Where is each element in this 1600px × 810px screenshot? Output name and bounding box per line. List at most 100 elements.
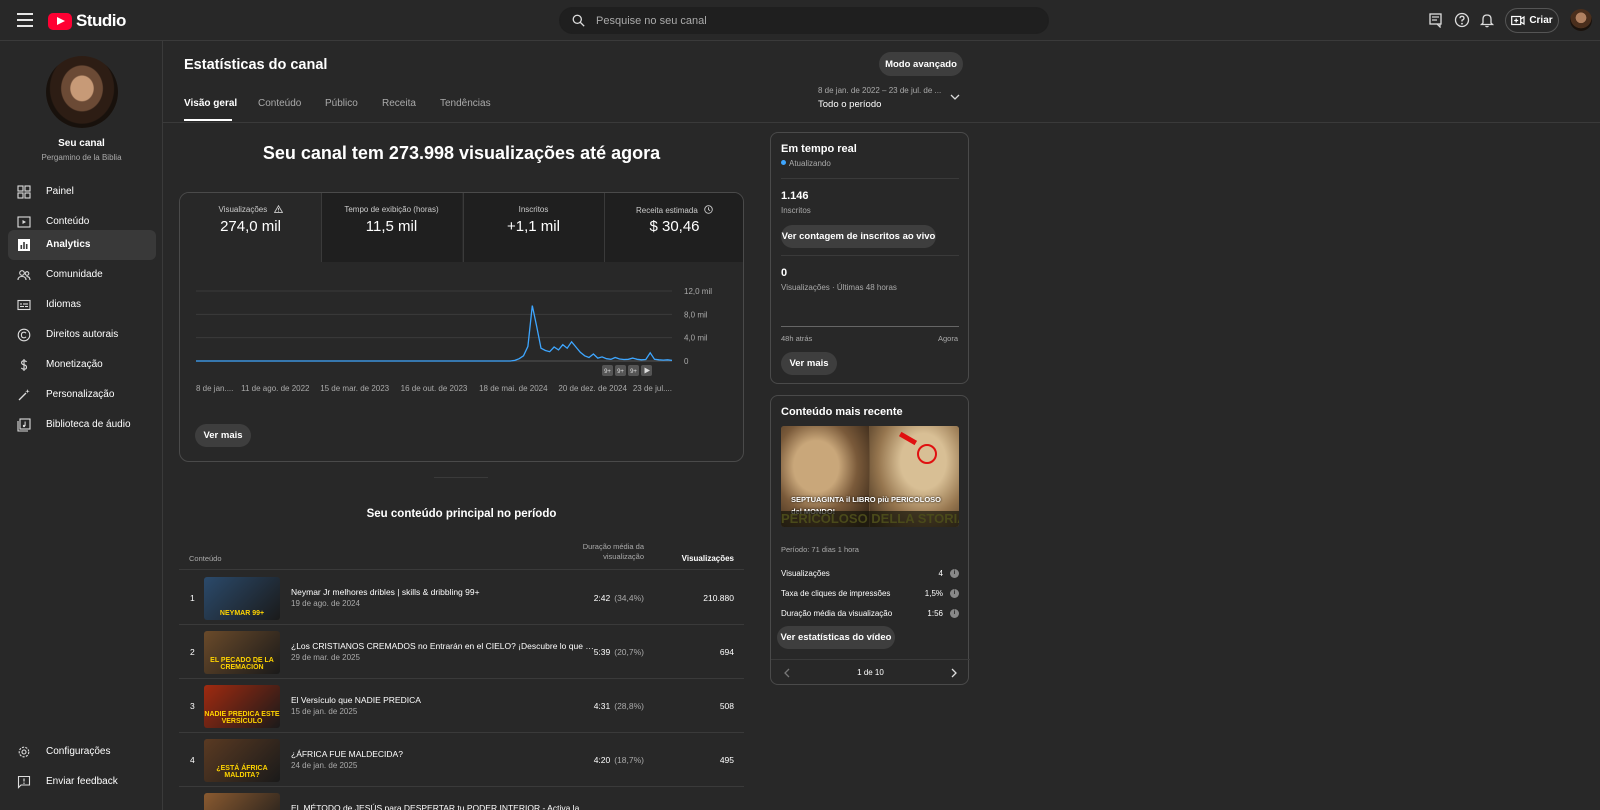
- metric-label: Visualizações: [218, 205, 268, 214]
- info-icon[interactable]: i: [950, 609, 959, 618]
- recent-stat-duration: Duração média da visualização 1:56 i: [781, 609, 959, 621]
- metric-label: Receita estimada: [635, 206, 698, 215]
- y-tick-label: 0: [684, 357, 689, 366]
- duration-value: 4:31: [593, 701, 611, 711]
- y-tick-label: 4,0 mil: [684, 334, 708, 343]
- chevron-right-icon[interactable]: [949, 668, 959, 678]
- realtime-title: Em tempo real: [781, 143, 857, 155]
- hamburger-menu-icon[interactable]: [17, 13, 33, 27]
- sidebar-item-direitos-autorais[interactable]: Direitos autorais: [8, 320, 156, 350]
- x-tick-label: 18 de mai. de 2024: [479, 384, 548, 393]
- chart-marker-label: 9+: [604, 369, 611, 375]
- video-thumbnail[interactable]: EL PECADO DE LA CREMACIÓN: [204, 631, 280, 674]
- sidebar-item-idiomas[interactable]: Idiomas: [8, 290, 156, 320]
- video-date: 19 de ago. de 2024: [291, 599, 360, 608]
- metric-tab-subscribers[interactable]: Inscritos +1,1 mil: [463, 193, 604, 262]
- notifications-bell-icon[interactable]: [1479, 12, 1495, 28]
- sidebar-item-label: Biblioteca de áudio: [46, 419, 131, 430]
- video-title[interactable]: EL MÉTODO de JESÚS para DESPERTAR tu POD…: [291, 803, 596, 810]
- advanced-mode-button[interactable]: Modo avançado: [879, 52, 963, 76]
- sidebar-item-analytics[interactable]: Analytics: [8, 230, 156, 260]
- top-content-title: Seu conteúdo principal no período: [366, 508, 557, 520]
- captions-icon[interactable]: [1428, 12, 1444, 28]
- x-tick-label: 11 de ago. de 2022: [241, 384, 310, 393]
- realtime-axis-start: 48h atrás: [781, 334, 813, 343]
- divider: [781, 178, 959, 179]
- create-button-label: Criar: [1529, 15, 1553, 26]
- metric-tab-watch-time[interactable]: Tempo de exibição (horas) 11,5 mil: [321, 193, 462, 262]
- realtime-see-more-button[interactable]: Ver mais: [781, 352, 837, 375]
- page-title: Estatísticas do canal: [184, 57, 328, 73]
- sidebar-item-painel[interactable]: Painel: [8, 177, 156, 207]
- pager-text: 1 de 10: [857, 668, 884, 677]
- channel-avatar[interactable]: [46, 56, 118, 128]
- tab-visao-geral[interactable]: Visão geral: [184, 98, 237, 109]
- search-icon[interactable]: [572, 14, 585, 27]
- row-rank: 1: [190, 593, 195, 603]
- overview-see-more-button[interactable]: Ver mais: [195, 424, 251, 447]
- youtube-play-icon: [48, 12, 72, 30]
- metric-tab-revenue[interactable]: Receita estimada $ 30,46: [604, 193, 743, 262]
- avg-view-duration: 5:39 (20,7%): [574, 647, 644, 657]
- avg-view-duration: 4:20 (18,7%): [574, 755, 644, 765]
- metric-tab-views[interactable]: Visualizações 274,0 mil: [180, 193, 321, 262]
- thumbnail-text: NEYMAR 99+: [219, 610, 265, 617]
- table-row[interactable]: 1 NEYMAR 99+ Neymar Jr melhores dribles | …: [179, 571, 744, 625]
- video-views: 508: [719, 701, 734, 711]
- period-selector[interactable]: 8 de jan. de 2022 – 23 de jul. de ... To…: [818, 86, 963, 110]
- table-row[interactable]: 3 NADIE PREDICA ESTE VERSÍCULO El Versícul…: [179, 679, 744, 733]
- sidebar-item-comunidade[interactable]: Comunidade: [8, 260, 156, 290]
- duration-value: 5:39: [593, 647, 611, 657]
- sidebar-item-biblioteca-de-audio[interactable]: Biblioteca de áudio: [8, 410, 156, 440]
- video-date: 29 de mar. de 2025: [291, 653, 360, 662]
- info-icon[interactable]: i: [950, 569, 959, 578]
- metric-divider: [604, 193, 605, 262]
- tab-publico[interactable]: Público: [325, 98, 358, 109]
- dollar-icon: [20, 359, 28, 371]
- magic-wand-icon: [18, 389, 30, 401]
- video-stats-button[interactable]: Ver estatísticas do vídeo: [777, 626, 895, 649]
- create-button[interactable]: Criar: [1505, 8, 1559, 33]
- thumbnail-banner: PERICOLOSO DELLA STORIA: [781, 511, 959, 527]
- tab-conteudo[interactable]: Conteúdo: [258, 98, 301, 109]
- realtime-chart-axis: [781, 326, 959, 327]
- table-row[interactable]: 4 ¿ESTÁ ÁFRICA MALDITA? ¿ÁFRICA FUE MALDEC…: [179, 733, 744, 787]
- realtime-card: Em tempo real Atualizando 1.146 Inscrito…: [770, 132, 969, 384]
- metric-label: Tempo de exibição (horas): [344, 205, 439, 214]
- account-avatar[interactable]: [1570, 9, 1592, 31]
- channel-name: Seu canal: [58, 138, 105, 149]
- section-divider: [434, 477, 488, 478]
- realtime-status: Atualizando: [781, 159, 831, 168]
- table-row[interactable]: 2 EL PECADO DE LA CREMACIÓN ¿Los CRISTIANO…: [179, 625, 744, 679]
- video-title[interactable]: Neymar Jr melhores dribles | skills & dr…: [291, 587, 596, 597]
- search-input[interactable]: [596, 10, 1026, 31]
- recent-video-thumbnail[interactable]: SEPTUAGINTA il LIBRO più PERICOLOSO del …: [781, 426, 959, 527]
- live-subscriber-count-button[interactable]: Ver contagem de inscritos ao vivo: [781, 225, 936, 248]
- red-circle-icon: [917, 444, 937, 464]
- top-content-header: Conteúdo Duração média da visualização V…: [179, 540, 744, 570]
- stat-value: 1,5%: [924, 589, 943, 598]
- studio-logo[interactable]: Studio: [48, 11, 126, 31]
- period-label: Todo o período: [818, 99, 882, 110]
- sidebar-item-personalizacao[interactable]: Personalização: [8, 380, 156, 410]
- video-thumbnail[interactable]: ¿ESTÁ ÁFRICA MALDITA?: [204, 739, 280, 782]
- table-row[interactable]: 5EL MÉTODO de JESÚS para DESPERTAR tu PO…: [179, 787, 744, 810]
- column-header-duration: Duração média da visualização: [582, 542, 644, 561]
- column-header-views: Visualizações: [681, 554, 734, 563]
- sidebar-item-configuracoes[interactable]: Configurações: [8, 737, 156, 767]
- sidebar-item-monetizacao[interactable]: Monetização: [8, 350, 156, 380]
- help-icon[interactable]: [1454, 12, 1470, 28]
- video-title[interactable]: ¿Los CRISTIANOS CREMADOS no Entrarán en …: [291, 641, 596, 651]
- tab-tendencias[interactable]: Tendências: [440, 98, 491, 109]
- video-thumbnail[interactable]: NEYMAR 99+: [204, 577, 280, 620]
- video-title[interactable]: ¿ÁFRICA FUE MALDECIDA?: [291, 749, 596, 759]
- thumbnail-text: NADIE PREDICA ESTE VERSÍCULO: [204, 711, 280, 725]
- realtime-subscribers-value: 1.146: [781, 190, 809, 202]
- tab-receita[interactable]: Receita: [382, 98, 416, 109]
- sidebar-item-enviar-feedback[interactable]: Enviar feedback: [8, 767, 156, 797]
- stat-label: Visualizações: [781, 569, 830, 578]
- video-thumbnail[interactable]: NADIE PREDICA ESTE VERSÍCULO: [204, 685, 280, 728]
- info-icon[interactable]: i: [950, 589, 959, 598]
- video-thumbnail[interactable]: [204, 793, 280, 810]
- video-title[interactable]: El Versículo que NADIE PREDICA: [291, 695, 596, 705]
